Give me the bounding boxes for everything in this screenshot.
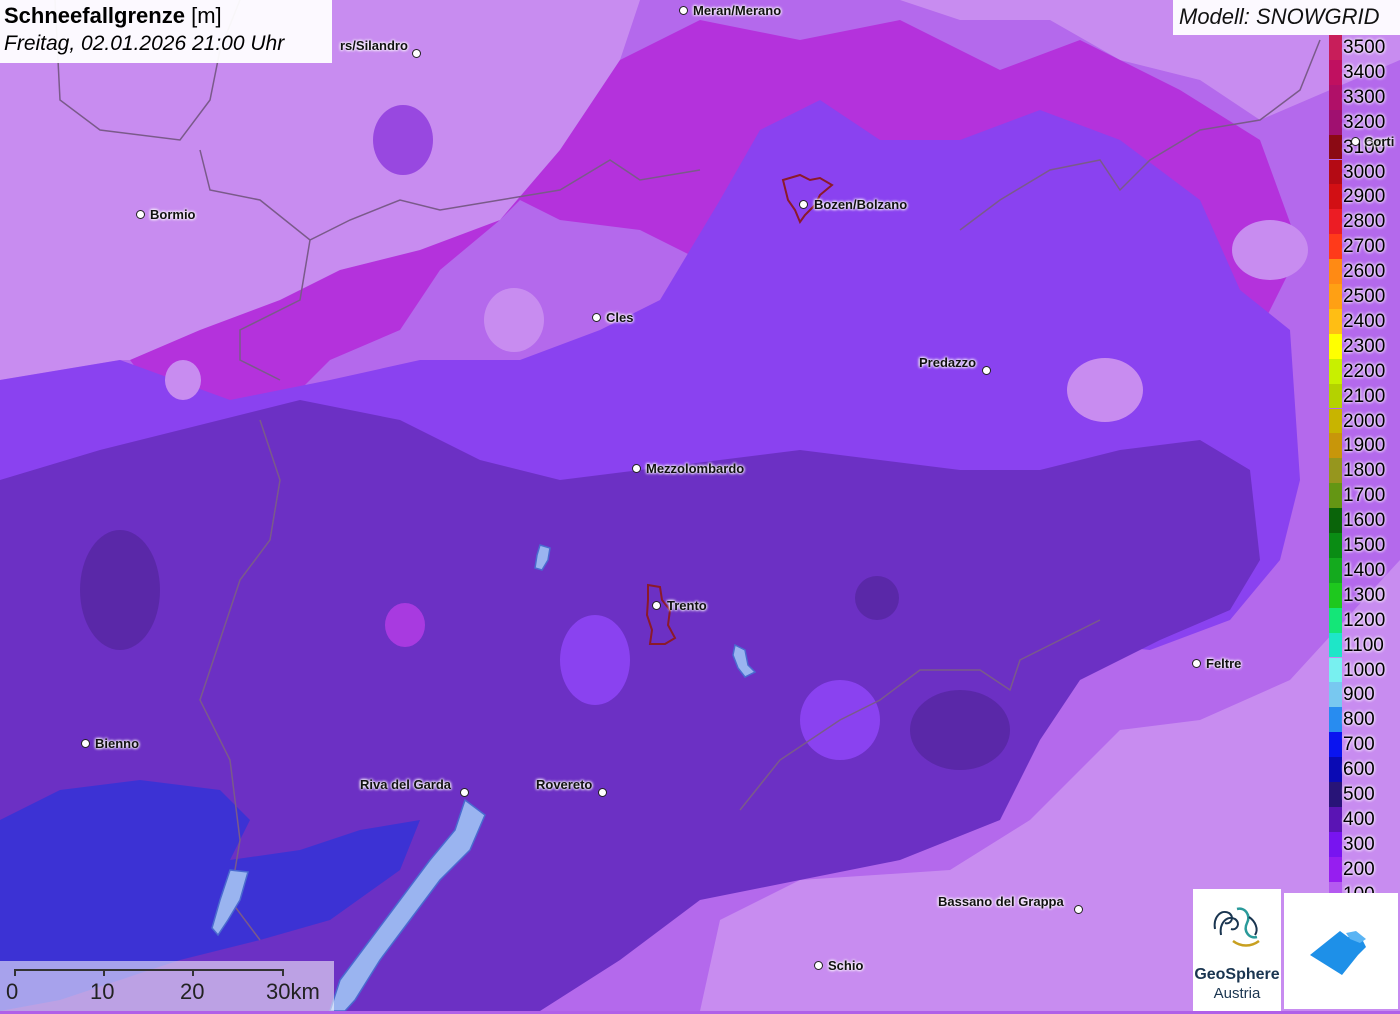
legend-row: 3400 [1328, 48, 1400, 85]
map-blob-light-4 [1067, 358, 1143, 422]
legend-row: 600 [1328, 745, 1400, 782]
snow-line-map[interactable] [0, 0, 1400, 1011]
city-marker-meran[interactable] [679, 6, 688, 15]
city-marker-trento[interactable] [652, 601, 661, 610]
legend-row: 200 [1328, 845, 1400, 882]
map-blob-dark-3 [80, 530, 160, 650]
map-blob-light-5 [165, 360, 201, 400]
city-marker-bassano[interactable] [1074, 905, 1083, 914]
city-label-schio: Schio [828, 958, 864, 973]
legend-row: 1700 [1328, 471, 1400, 509]
legend-row: 1200 [1328, 596, 1400, 633]
city-label-bassano: Bassano del Grappa [938, 894, 1064, 909]
legend-row: 100 [1328, 870, 1400, 907]
logo-line1: GeoSphere [1194, 966, 1280, 983]
city-marker-cles[interactable] [592, 313, 601, 322]
city-marker-cortina[interactable] [1351, 137, 1360, 146]
legend-row: 2800 [1328, 197, 1400, 235]
legend-row: 800 [1328, 695, 1400, 733]
city-marker-mezzolombardo[interactable] [632, 464, 641, 473]
scale-label-20: 20 [180, 979, 205, 1004]
map-blob-magenta-1 [385, 603, 425, 647]
city-label-meran: Meran/Merano [693, 3, 782, 18]
city-label-rovereto: Rovereto [536, 777, 593, 792]
logo-line2: Austria [1213, 985, 1261, 1002]
city-label-schlanders: rs/Silandro [340, 38, 408, 53]
map-blob-dark-1 [910, 690, 1010, 770]
scale-tick [282, 969, 284, 976]
geosphere-icon [1213, 907, 1260, 947]
scale-tick [192, 969, 194, 976]
legend-row: 2700 [1328, 222, 1400, 260]
city-label-cles: Cles [606, 310, 634, 325]
legend-row: 2400 [1328, 297, 1400, 334]
scale-line [14, 969, 284, 971]
city-label-mezzolombardo: Mezzolombardo [646, 461, 745, 476]
city-label-bienno: Bienno [95, 736, 140, 751]
legend-row: 3000 [1328, 148, 1400, 185]
app-logo[interactable] [1284, 893, 1398, 1009]
scale-tick [14, 969, 16, 976]
legend-row: 3200 [1328, 98, 1400, 135]
legend-row: 1600 [1328, 496, 1400, 533]
legend-row: 3300 [1328, 73, 1400, 110]
city-label-riva: Riva del Garda [360, 777, 452, 792]
city-label-bormio: Bormio [150, 207, 196, 222]
legend-row: 2600 [1328, 247, 1400, 284]
legend-row: 400 [1328, 795, 1400, 832]
scale-tick [103, 969, 105, 976]
city-marker-rovereto[interactable] [598, 788, 607, 797]
map-blob-light-1 [373, 105, 433, 175]
legend-row: 2200 [1328, 347, 1400, 384]
map-title-main: Schneefallgrenze [4, 3, 185, 28]
city-marker-schlanders[interactable] [412, 49, 421, 58]
legend-row: 1500 [1328, 521, 1400, 558]
legend-row: 2000 [1328, 397, 1400, 434]
map-blob-light-3 [1232, 220, 1308, 280]
legend-row: 500 [1328, 770, 1400, 807]
legend-row: 1100 [1328, 621, 1400, 658]
legend-row: 3500 [1328, 23, 1400, 60]
city-label-cortina: Corti [1364, 134, 1395, 149]
city-marker-bozen[interactable] [799, 200, 808, 209]
legend-row: 2300 [1328, 322, 1400, 359]
legend-row: 1800 [1328, 446, 1400, 484]
legend-row: 1300 [1328, 571, 1400, 608]
legend-row: 1400 [1328, 546, 1400, 583]
map-title-unit: [m] [191, 3, 222, 28]
scale-label-0: 0 [6, 979, 19, 1004]
legend-row: 300 [1328, 820, 1400, 857]
legend-row: 2500 [1328, 272, 1400, 309]
city-label-trento: Trento [667, 598, 707, 613]
scale-bar: 0 10 20 30km [0, 961, 334, 1011]
snow-house-icon [1310, 931, 1366, 975]
color-legend: 3500 3400 3300 3200 3100 3000 2900 2800 2700 2600… [1328, 35, 1400, 907]
city-marker-bormio[interactable] [136, 210, 145, 219]
legend-row: 1900 [1328, 421, 1400, 459]
legend-row: 900 [1328, 670, 1400, 708]
city-marker-schio[interactable] [814, 961, 823, 970]
map-subtitle: Freitag, 02.01.2026 21:00 Uhr [4, 32, 285, 55]
geosphere-logo[interactable]: GeoSphere Austria [1193, 889, 1281, 1011]
title-box: Schneefallgrenze [m] Freitag, 02.01.2026… [0, 0, 332, 63]
map-blob-light-2 [484, 288, 544, 352]
map-blob-dark-2 [855, 576, 899, 620]
city-marker-bienno[interactable] [81, 739, 90, 748]
city-marker-feltre[interactable] [1192, 659, 1201, 668]
city-marker-riva[interactable] [460, 788, 469, 797]
legend-row: 1000 [1328, 646, 1400, 683]
city-label-feltre: Feltre [1206, 656, 1242, 671]
scale-label-30: 30km [266, 979, 320, 1004]
map-title: Schneefallgrenze [m] [4, 2, 328, 30]
scale-label-10: 10 [90, 979, 115, 1004]
map-blob-violet-2 [560, 615, 630, 705]
legend-row: 2100 [1328, 372, 1400, 409]
city-marker-predazzo[interactable] [982, 366, 991, 375]
legend-row: 2900 [1328, 172, 1400, 210]
legend-row: 700 [1328, 720, 1400, 758]
city-label-predazzo: Predazzo [919, 355, 977, 370]
city-label-bozen: Bozen/Bolzano [814, 197, 908, 212]
